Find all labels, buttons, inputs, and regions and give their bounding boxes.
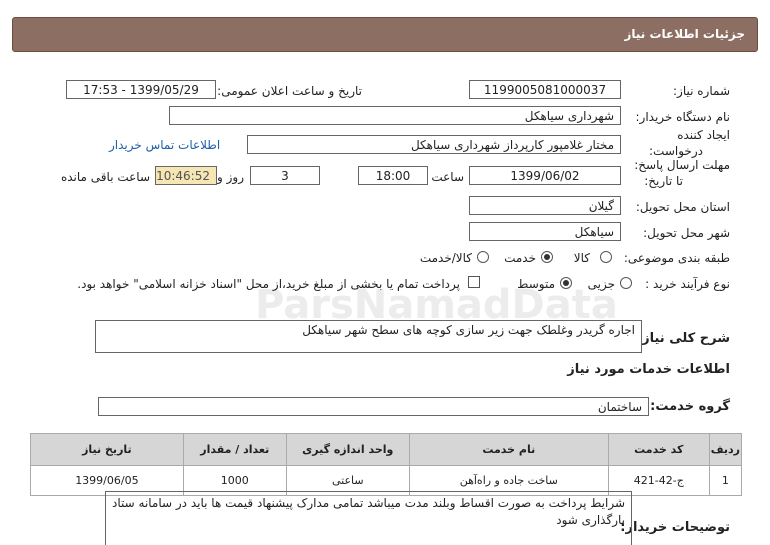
city-field: سیاهکل: [469, 222, 621, 241]
description-field: اجاره گریدر وغلطک جهت زیر سازی کوچه های …: [95, 320, 642, 353]
process-label: نوع فرآیند خرید :: [645, 277, 730, 291]
buyer-field: شهرداری سیاهکل: [169, 106, 621, 125]
service-group-label: گروه خدمت:: [650, 399, 730, 414]
header-service-name: نام خدمت: [408, 433, 609, 466]
page-title: جزئیات اطلاعات نیاز: [624, 27, 745, 41]
category-label: طبقه بندی موضوعی:: [623, 251, 730, 265]
buyer-label: نام دستگاه خریدار:: [635, 110, 731, 124]
days-label: روز و: [217, 170, 244, 184]
page-header: جزئیات اطلاعات نیاز: [12, 17, 758, 52]
announce-field: 1399/05/29 - 17:53: [66, 80, 216, 99]
category-option-service: خدمت: [504, 251, 536, 265]
services-info-title: اطلاعات خدمات مورد نیاز: [567, 362, 730, 377]
category-option-goods-service: کالا/خدمت: [419, 251, 472, 265]
table-header-row: ردیف کد خدمت نام خدمت واحد اندازه گیری ت…: [30, 433, 743, 466]
process-radio-medium[interactable]: [560, 277, 572, 289]
days-field: 3: [250, 166, 320, 185]
buyer-notes-text: شرایط پرداخت به صورت اقساط وبلند مدت میب…: [112, 496, 625, 527]
cell-row-number: 1: [708, 465, 743, 496]
announce-label: تاریخ و ساعت اعلان عمومی:: [217, 84, 362, 98]
buyer-contact-link[interactable]: اطلاعات تماس خریدار: [109, 138, 220, 152]
category-radio-goods[interactable]: [600, 251, 612, 263]
remaining-label: ساعت باقی مانده: [60, 170, 150, 184]
header-service-code: کد خدمت: [607, 433, 710, 466]
process-option-medium: متوسط: [517, 277, 555, 291]
category-radio-goods-service[interactable]: [477, 251, 489, 263]
service-group-field: ساختمان: [98, 397, 649, 416]
services-table: ردیف کد خدمت نام خدمت واحد اندازه گیری ت…: [30, 433, 743, 496]
province-label: استان محل تحویل:: [635, 200, 730, 214]
province-field: گیلان: [469, 196, 621, 215]
remaining-time-field: 10:46:52: [155, 166, 217, 185]
deadline-label-1: مهلت ارسال پاسخ:: [634, 158, 730, 172]
process-option-minor: جزیی: [587, 277, 615, 291]
creator-field: مختار غلامپور کارپرداز شهرداری سیاهکل: [247, 135, 621, 154]
header-unit: واحد اندازه گیری: [285, 433, 410, 466]
description-label: شرح کلی نیاز:: [636, 331, 730, 346]
deadline-time-label: ساعت: [431, 170, 464, 184]
need-number-field: 1199005081000037: [469, 80, 621, 99]
deadline-time-field: 18:00: [358, 166, 428, 185]
buyer-notes-label: توضیحات خریدار:: [620, 520, 730, 535]
buyer-notes-box: شرایط پرداخت به صورت اقساط وبلند مدت میب…: [105, 491, 632, 545]
need-number-label: شماره نیاز:: [673, 84, 730, 98]
treasury-payment-checkbox[interactable]: [468, 276, 480, 288]
category-radio-service[interactable]: [541, 251, 553, 263]
deadline-date-field: 1399/06/02: [469, 166, 621, 185]
city-label: شهر محل تحویل:: [643, 226, 730, 240]
header-row-number: ردیف: [708, 433, 743, 466]
creator-label-1: ایجاد کننده: [677, 128, 730, 142]
category-option-goods: کالا: [573, 251, 590, 265]
deadline-label-2: تا تاریخ:: [644, 174, 683, 188]
header-quantity: تعداد / مقدار: [182, 433, 287, 466]
creator-label-2: درخواست:: [649, 144, 703, 158]
treasury-payment-note: پرداخت تمام یا بخشی از مبلغ خرید،از محل …: [77, 277, 460, 291]
process-radio-minor[interactable]: [620, 277, 632, 289]
header-need-date: تاریخ نیاز: [30, 433, 184, 466]
